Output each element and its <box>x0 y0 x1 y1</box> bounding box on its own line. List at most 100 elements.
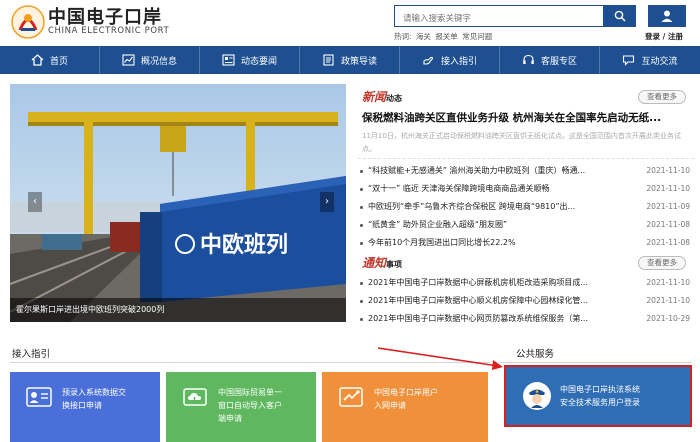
news-title-main: 新闻 <box>362 90 387 104</box>
logo-icon[interactable] <box>10 4 46 40</box>
news-item-date: 2021-11-10 <box>646 166 690 175</box>
hot-words-label: 热词: <box>394 32 412 41</box>
nav-item-interaction[interactable]: 互动交流 <box>600 46 700 74</box>
news-item-date: 2021-11-08 <box>646 238 690 247</box>
nav-item-access-guide[interactable]: 接入指引 <box>400 46 500 74</box>
bullet-icon <box>360 318 363 321</box>
access-divider <box>10 362 490 363</box>
news-summary: 11月10日，杭州海关正式启动保税燃料油跨关区直供无纸化试点。这是全国范围内首次… <box>362 132 681 153</box>
nav-item-policy[interactable]: 政策导读 <box>300 46 400 74</box>
notice-item-date: 2021-11-10 <box>646 278 690 287</box>
hero-photo: 中欧班列 <box>10 84 346 322</box>
nav-item-customer-service[interactable]: 客服专区 <box>500 46 600 74</box>
news-list-item[interactable]: “纸黄金” 助外贸企业融入超级“朋友圈” 2021-11-08 <box>358 216 694 234</box>
carousel-next-button[interactable]: › <box>320 192 334 212</box>
news-item-date: 2021-11-09 <box>646 202 690 211</box>
news-section-title: 新闻动态 <box>362 88 402 105</box>
access-card-line: 入网申请 <box>374 401 406 410</box>
hand-icon <box>423 56 434 65</box>
id-card-icon <box>26 387 52 407</box>
news-item-date: 2021-11-10 <box>646 184 690 193</box>
hot-word-link[interactable]: 报关单 <box>435 32 458 41</box>
cloud-upload-icon <box>183 388 207 406</box>
access-card-user-network[interactable]: 中国电子口岸用户 入网申请 <box>322 372 488 442</box>
news-item-date: 2021-11-08 <box>646 220 690 229</box>
notice-item-title: 2021年中国电子口岸数据中心屏蔽机房机柜改造采购项目成... <box>368 278 588 287</box>
notice-item-date: 2021-11-10 <box>646 296 690 305</box>
search-button[interactable] <box>604 5 636 27</box>
access-section-title: 接入指引 <box>12 349 51 360</box>
news-more-button[interactable]: 查看更多 <box>638 90 686 104</box>
bullet-icon <box>360 282 363 285</box>
headset-icon <box>523 54 534 64</box>
enforcement-login-card[interactable]: 中国电子口岸执法系统 安全技术服务用户登录 <box>504 365 692 427</box>
main-nav: 首页 概况信息 动态要闻 政策导读 接入指引 客服专区 互动交流 <box>0 46 700 74</box>
network-icon <box>339 387 363 407</box>
nav-label: 客服专区 <box>540 56 577 67</box>
login-button[interactable] <box>648 5 686 27</box>
access-card-line: 中国国际贸易单一 <box>218 388 282 397</box>
news-list-item[interactable]: “双十一” 临近 天津海关保障跨境电商商品通关顺畅 2021-11-10 <box>358 180 694 198</box>
search-box[interactable] <box>394 5 604 29</box>
bullet-icon <box>360 170 363 173</box>
carousel-prev-button[interactable]: ‹ <box>28 192 42 212</box>
nav-label: 政策导读 <box>340 56 377 67</box>
nav-label: 动态要闻 <box>240 56 277 67</box>
notice-title-sub: 事项 <box>386 260 403 269</box>
news-item-title: “科技赋能+无感通关” 渝州海关助力中欧班列（重庆）畅通... <box>368 166 586 175</box>
police-icon <box>523 382 551 410</box>
bullet-icon <box>360 188 363 191</box>
news-list-item[interactable]: 中欧班列“牵手”乌鲁木齐综合保税区 跨境电商“9810”出... 2021-11-… <box>358 198 694 216</box>
news-divider <box>358 158 694 159</box>
search-icon <box>614 10 626 22</box>
notice-list-item[interactable]: 2021年中国电子口岸数据中心顺义机房保障中心园林绿化管... 2021-11-1… <box>358 292 694 310</box>
bullet-icon <box>360 242 363 245</box>
notice-list-item[interactable]: 2021年中国电子口岸数据中心屏蔽机房机柜改造采购项目成... 2021-11-1… <box>358 274 694 292</box>
nav-label: 概况信息 <box>140 56 177 67</box>
news-item-title: “纸黄金” 助外贸企业融入超级“朋友圈” <box>368 220 508 229</box>
news-list-item[interactable]: “科技赋能+无感通关” 渝州海关助力中欧班列（重庆）畅通... 2021-11-1… <box>358 162 694 180</box>
notice-list: 2021年中国电子口岸数据中心屏蔽机房机柜改造采购项目成... 2021-11-1… <box>358 274 694 328</box>
page: 中国电子口岸 CHINA ELECTRONIC PORT 热词: 海关 报关单 … <box>0 0 700 442</box>
access-card-label: 预录入系统数据交 换接口申请 <box>62 386 126 412</box>
chevron-right-icon: › <box>325 196 329 207</box>
login-register-link[interactable]: 登录 / 注册 <box>645 31 683 42</box>
hot-words: 热词: 海关 报关单 常见问题 <box>394 31 494 42</box>
hot-word-link[interactable]: 海关 <box>416 32 431 41</box>
notice-more-button[interactable]: 查看更多 <box>638 256 686 270</box>
access-card-label: 中国国际贸易单一 窗口自动导入客户 端申请 <box>218 386 282 425</box>
search-input[interactable] <box>395 9 603 29</box>
chart-icon <box>122 54 135 66</box>
news-item-title: 今年前10个月我国进出口同比增长22.2% <box>368 238 516 247</box>
nav-label: 接入指引 <box>440 56 477 67</box>
hero-caption[interactable]: 霍尔果斯口岸进出境中欧班列突破2000列 <box>10 298 346 322</box>
nav-item-overview[interactable]: 概况信息 <box>100 46 200 74</box>
news-list-item[interactable]: 今年前10个月我国进出口同比增长22.2% 2021-11-08 <box>358 234 694 252</box>
enforcement-login-line: 中国电子口岸执法系统 <box>560 385 640 394</box>
news-icon <box>222 54 235 66</box>
public-service-title: 公共服务 <box>516 349 555 360</box>
enforcement-login-label: 中国电子口岸执法系统 安全技术服务用户登录 <box>560 383 640 409</box>
logo-subtitle: CHINA ELECTRONIC PORT <box>48 26 170 36</box>
news-item-title: “双十一” 临近 天津海关保障跨境电商商品通关顺畅 <box>368 184 550 193</box>
access-card-preentry[interactable]: 预录入系统数据交 换接口申请 <box>10 372 160 442</box>
access-card-single-window[interactable]: 中国国际贸易单一 窗口自动导入客户 端申请 <box>166 372 316 442</box>
bullet-icon <box>360 300 363 303</box>
access-card-line: 窗口自动导入客户 <box>218 401 282 410</box>
nav-item-news[interactable]: 动态要闻 <box>200 46 300 74</box>
container-text: 中欧班列 <box>200 232 288 258</box>
hot-word-link[interactable]: 常见问题 <box>462 32 492 41</box>
news-headline[interactable]: 保税燃料油跨关区直供业务升级 杭州海关在全国率先启动无纸... <box>362 110 692 125</box>
access-card-line: 预录入系统数据交 <box>62 388 126 397</box>
notice-item-date: 2021-10-29 <box>646 314 690 323</box>
access-card-label: 中国电子口岸用户 入网申请 <box>374 386 438 412</box>
nav-item-home[interactable]: 首页 <box>0 46 100 74</box>
bullet-icon <box>360 224 363 227</box>
nav-label: 互动交流 <box>641 56 678 67</box>
chat-icon <box>623 55 635 66</box>
document-icon <box>323 54 334 66</box>
hero-carousel[interactable]: 中欧班列 ‹ › 霍尔果斯口岸进出境中欧班列突破2000列 <box>10 84 346 322</box>
header: 中国电子口岸 CHINA ELECTRONIC PORT 热词: 海关 报关单 … <box>0 0 700 44</box>
home-icon <box>31 54 44 66</box>
notice-list-item[interactable]: 2021年中国电子口岸数据中心网页防篡改系统维保服务（第... 2021-10-2… <box>358 310 694 328</box>
